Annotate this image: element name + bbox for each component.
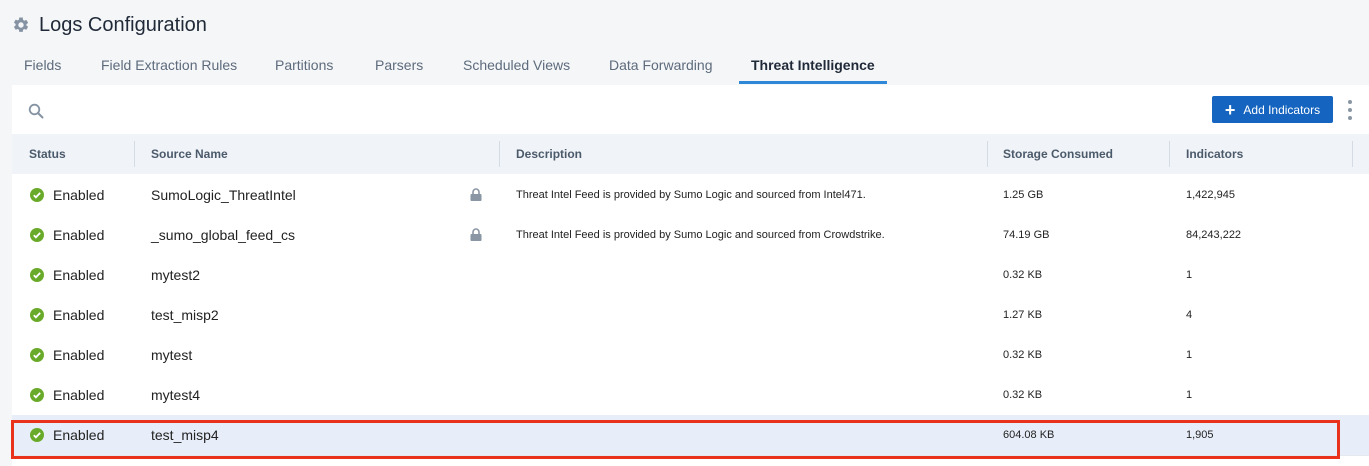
column-header-status[interactable]: Status: [29, 134, 66, 174]
indicators-count: 4: [1186, 309, 1193, 321]
indicators-count: 1,422,945: [1186, 189, 1235, 201]
column-divider: [134, 141, 135, 167]
page-header: Logs Configuration: [12, 12, 207, 38]
table-row-selected[interactable]: Enabled test_misp4 604.08 KB 1,905: [12, 415, 1369, 456]
storage-value: 1.25 GB: [1003, 189, 1044, 201]
indicators-count: 1: [1186, 389, 1193, 401]
status-text: Enabled: [53, 347, 105, 363]
check-circle-icon: [30, 188, 44, 202]
column-header-indicators[interactable]: Indicators: [1186, 134, 1243, 174]
tab-partitions[interactable]: Partitions: [275, 50, 333, 84]
source-name: test_misp4: [151, 427, 219, 443]
indicators-count: 84,243,222: [1186, 229, 1242, 241]
status-text: Enabled: [53, 227, 105, 243]
column-header-storage-consumed[interactable]: Storage Consumed: [1003, 134, 1113, 174]
column-header-description[interactable]: Description: [516, 134, 582, 174]
table-row[interactable]: Enabled mytest2 0.32 KB 1: [12, 255, 1369, 296]
column-divider: [1352, 141, 1353, 167]
threat-intel-panel: + Add Indicators Status Source Name Desc…: [12, 85, 1369, 466]
description-text: Threat Intel Feed is provided by Sumo Lo…: [516, 189, 866, 201]
tab-fields[interactable]: Fields: [24, 50, 61, 84]
storage-value: 0.32 KB: [1003, 269, 1043, 281]
column-header-source-name[interactable]: Source Name: [151, 134, 228, 174]
source-name: mytest2: [151, 267, 201, 283]
column-divider: [1169, 141, 1170, 167]
status-text: Enabled: [53, 267, 105, 283]
indicators-count: 1: [1186, 269, 1193, 281]
table-row[interactable]: Enabled mytest4 0.32 KB 1: [12, 375, 1369, 416]
plus-icon: +: [1224, 99, 1236, 120]
storage-value: 74.19 GB: [1003, 229, 1050, 241]
status-text: Enabled: [53, 187, 105, 203]
toolbar: + Add Indicators: [12, 85, 1369, 133]
check-circle-icon: [30, 268, 44, 282]
column-divider: [987, 141, 988, 167]
search-icon[interactable]: [28, 103, 44, 119]
status-text: Enabled: [53, 307, 105, 323]
source-name: mytest4: [151, 387, 201, 403]
storage-value: 0.32 KB: [1003, 349, 1043, 361]
table-row[interactable]: Enabled test_misp2 1.27 KB 4: [12, 295, 1369, 336]
kebab-menu-icon[interactable]: [1346, 100, 1354, 120]
tab-field-extraction-rules[interactable]: Field Extraction Rules: [101, 50, 237, 84]
source-name: test_misp2: [151, 307, 219, 323]
table-row[interactable]: Enabled _sumo_global_feed_cs Threat Inte…: [12, 215, 1369, 256]
add-indicators-button[interactable]: + Add Indicators: [1212, 96, 1333, 123]
table-row[interactable]: Enabled mytest 0.32 KB 1: [12, 335, 1369, 376]
source-name: _sumo_global_feed_cs: [151, 227, 295, 243]
tab-data-forwarding[interactable]: Data Forwarding: [609, 50, 713, 84]
column-divider: [499, 141, 500, 167]
storage-value: 604.08 KB: [1003, 429, 1055, 441]
check-circle-icon: [30, 348, 44, 362]
source-name: SumoLogic_ThreatIntel: [151, 187, 296, 203]
check-circle-icon: [30, 428, 44, 442]
gear-icon: [12, 16, 30, 34]
add-indicators-label: Add Indicators: [1243, 102, 1321, 117]
storage-value: 0.32 KB: [1003, 389, 1043, 401]
tab-scheduled-views[interactable]: Scheduled Views: [463, 50, 570, 84]
check-circle-icon: [30, 228, 44, 242]
page-title: Logs Configuration: [39, 13, 207, 36]
description-text: Threat Intel Feed is provided by Sumo Lo…: [516, 229, 885, 241]
indicators-count: 1,905: [1186, 429, 1214, 441]
tab-threat-intelligence[interactable]: Threat Intelligence: [739, 50, 887, 84]
lock-icon: [470, 188, 482, 201]
storage-value: 1.27 KB: [1003, 309, 1043, 321]
tab-parsers[interactable]: Parsers: [375, 50, 423, 84]
status-text: Enabled: [53, 427, 105, 443]
indicators-count: 1: [1186, 349, 1193, 361]
lock-icon: [470, 228, 482, 241]
status-text: Enabled: [53, 387, 105, 403]
check-circle-icon: [30, 388, 44, 402]
check-circle-icon: [30, 308, 44, 322]
table-row[interactable]: Enabled SumoLogic_ThreatIntel Threat Int…: [12, 175, 1369, 216]
source-name: mytest: [151, 347, 193, 363]
table-header: Status Source Name Description Storage C…: [12, 134, 1369, 174]
